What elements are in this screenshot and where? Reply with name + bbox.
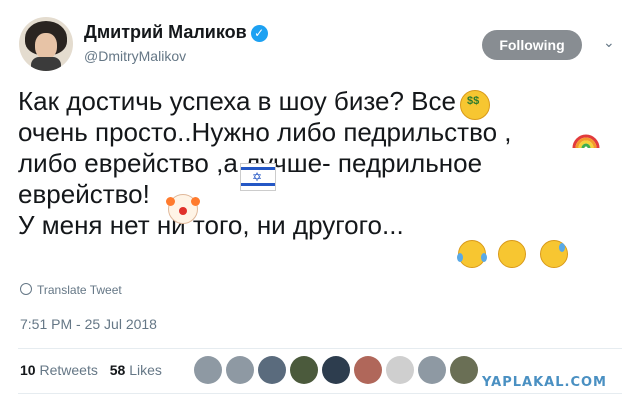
author-avatar[interactable] bbox=[19, 17, 73, 71]
retweets-stat[interactable]: 10 Retweets bbox=[20, 362, 98, 378]
money-mouth-face-icon: $$ bbox=[460, 90, 490, 120]
clown-face-icon bbox=[166, 194, 200, 224]
sweat-smile-icon bbox=[540, 240, 568, 268]
tweet-text: Как достичь успеха в шоу бизе? Все очень… bbox=[18, 86, 512, 240]
tweet-stats: 10 Retweets 58 Likes bbox=[20, 362, 170, 378]
liker-avatar[interactable] bbox=[322, 356, 350, 384]
israel-flag-icon: ✡ bbox=[240, 163, 276, 191]
author-name-text[interactable]: Дмитрий Маликов bbox=[84, 22, 247, 42]
avatar-face bbox=[35, 33, 57, 59]
liker-avatar[interactable] bbox=[386, 356, 414, 384]
globe-icon bbox=[20, 283, 32, 295]
avatar-shirt bbox=[31, 57, 61, 71]
likes-label: Likes bbox=[129, 362, 162, 378]
divider bbox=[18, 348, 622, 349]
retweets-label: Retweets bbox=[39, 362, 98, 378]
liker-avatar[interactable] bbox=[290, 356, 318, 384]
divider bbox=[18, 393, 622, 394]
tweet-timestamp[interactable]: 7:51 PM - 25 Jul 2018 bbox=[20, 316, 157, 332]
liker-avatar[interactable] bbox=[354, 356, 382, 384]
weary-face-icon bbox=[498, 240, 526, 268]
liker-avatar[interactable] bbox=[450, 356, 478, 384]
chevron-down-icon[interactable]: ⌄ bbox=[603, 34, 615, 51]
rainbow-icon bbox=[572, 134, 600, 149]
likes-count: 58 bbox=[109, 362, 126, 378]
retweets-count: 10 bbox=[20, 362, 36, 378]
liker-avatar[interactable] bbox=[194, 356, 222, 384]
liker-avatar[interactable] bbox=[418, 356, 446, 384]
tears-of-joy-icon bbox=[457, 240, 487, 268]
liker-avatar[interactable] bbox=[258, 356, 286, 384]
likers-avatars bbox=[194, 356, 484, 386]
author-name[interactable]: Дмитрий Маликов ✓ bbox=[84, 22, 268, 43]
following-button[interactable]: Following bbox=[482, 30, 582, 60]
liker-avatar[interactable] bbox=[226, 356, 254, 384]
likes-stat[interactable]: 58 Likes bbox=[110, 362, 162, 378]
author-handle[interactable]: @DmitryMalikov bbox=[84, 48, 186, 64]
translate-label[interactable]: Translate Tweet bbox=[37, 283, 122, 297]
emoji-group bbox=[457, 240, 578, 268]
watermark: YAPLAKAL.COM bbox=[482, 375, 607, 390]
verified-badge-icon: ✓ bbox=[250, 25, 268, 42]
translate-tweet-link[interactable]: Translate Tweet bbox=[20, 283, 122, 297]
